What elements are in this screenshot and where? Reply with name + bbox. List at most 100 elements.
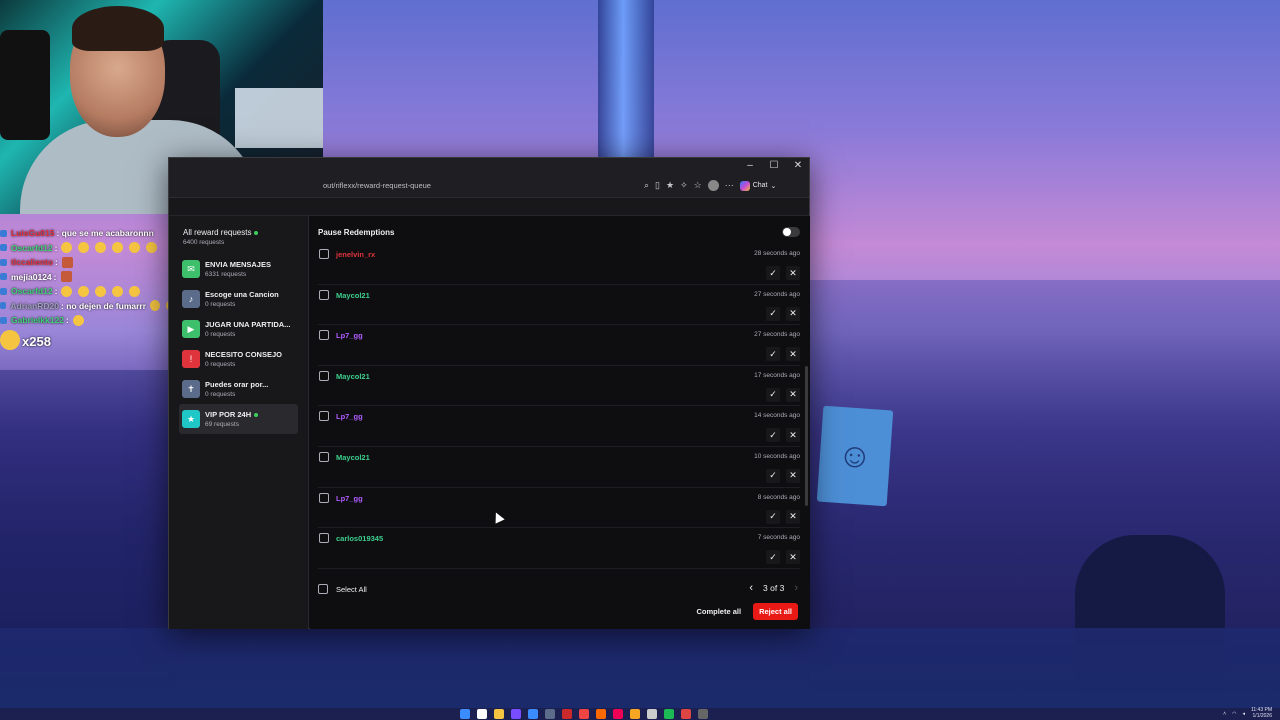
row-checkbox[interactable] (319, 411, 329, 422)
approve-button[interactable]: ✓ (766, 509, 780, 524)
request-queue: jenelvin_rx 28 seconds ago ✓ ✕ Maycol21 … (318, 244, 800, 569)
app-icon[interactable] (596, 709, 606, 719)
pause-redemptions-toggle[interactable] (782, 227, 800, 237)
discord-icon[interactable] (511, 709, 521, 719)
app-icon[interactable] (545, 709, 555, 719)
zoom-icon[interactable]: ⌕ (644, 180, 649, 191)
reward-icon: ✝ (182, 380, 200, 398)
obs-icon[interactable] (647, 709, 657, 719)
reject-button[interactable]: ✕ (786, 428, 800, 443)
emote-icon (129, 242, 141, 254)
clock[interactable]: 11:43 PM 1/1/2026 (1251, 707, 1272, 719)
next-page-icon[interactable]: › (794, 582, 798, 594)
reward-icon: ♪ (182, 290, 200, 308)
reward-item[interactable]: ★ VIP POR 24H 69 requests (179, 404, 298, 434)
row-checkbox[interactable] (319, 249, 329, 259)
approve-button[interactable]: ✓ (766, 550, 780, 565)
queue-footer: Select All ‹ 3 of 3 › Complete all Rejec… (318, 580, 800, 626)
star-icon[interactable]: ★ (666, 180, 674, 191)
more-icon[interactable]: ⋯ (725, 180, 734, 191)
approve-button[interactable]: ✓ (766, 306, 780, 321)
queue-row: Lp7_gg 8 seconds ago ✓ ✕ (318, 488, 800, 529)
url-text[interactable]: out/riflexx/reward-request-queue (323, 181, 431, 190)
favorites-icon[interactable]: ☆ (694, 180, 702, 191)
request-username[interactable]: jenelvin_rx (336, 250, 375, 259)
row-checkbox[interactable] (319, 533, 329, 544)
reward-count: 0 requests (205, 331, 236, 338)
select-all-checkbox[interactable]: Select All (318, 584, 367, 594)
select-all-box[interactable] (318, 584, 328, 594)
row-checkbox[interactable] (319, 289, 329, 300)
request-username[interactable]: Maycol21 (336, 453, 370, 462)
minimize-button[interactable]: – (745, 160, 755, 171)
reject-button[interactable]: ✕ (786, 468, 800, 483)
app-icon[interactable] (613, 709, 623, 719)
complete-all-button[interactable]: Complete all (690, 603, 747, 620)
emote-icon (95, 242, 107, 254)
request-username[interactable]: Maycol21 (336, 291, 370, 300)
request-username[interactable]: Lp7_gg (336, 331, 363, 340)
request-username[interactable]: Lp7_gg (336, 412, 363, 421)
emote-icon (112, 285, 124, 297)
row-checkbox[interactable] (319, 370, 329, 381)
reject-all-button[interactable]: Reject all (753, 603, 798, 620)
opera-icon[interactable] (562, 709, 572, 719)
reward-name: NECESITO CONSEJO (205, 350, 282, 359)
chat-text: : (54, 286, 58, 296)
maximize-button[interactable]: ☐ (769, 160, 779, 171)
reader-icon[interactable]: ▯ (655, 180, 660, 191)
row-checkbox[interactable] (319, 492, 329, 503)
brave-icon[interactable] (579, 709, 589, 719)
reward-item[interactable]: ✉ ENVIA MENSAJES 6331 requests (169, 254, 298, 284)
extensions-icon[interactable]: ✧ (680, 180, 688, 191)
wifi-icon[interactable]: ◠ (1232, 711, 1236, 717)
approve-button[interactable]: ✓ (766, 347, 780, 362)
reject-button[interactable]: ✕ (786, 347, 800, 362)
reward-item[interactable]: ! NECESITO CONSEJO 0 requests (169, 344, 298, 374)
address-bar[interactable]: out/riflexx/reward-request-queue ⌕ ▯ ★ ✧… (169, 176, 809, 198)
system-tray: ˄ ◠ ◂ 11:43 PM 1/1/2026 (1223, 707, 1272, 719)
row-checkbox[interactable] (319, 330, 329, 341)
request-time: 27 seconds ago (754, 290, 800, 298)
volume-icon[interactable]: ◂ (1242, 711, 1245, 717)
approve-button[interactable]: ✓ (766, 266, 780, 280)
approve-button[interactable]: ✓ (766, 468, 780, 483)
queue-row: jenelvin_rx 28 seconds ago ✓ ✕ (318, 244, 800, 285)
app-icon[interactable] (681, 709, 691, 719)
row-checkbox[interactable] (319, 451, 329, 462)
queue-scrollbar[interactable] (805, 366, 808, 506)
copilot-chat-button[interactable]: Chat ⌄ (739, 180, 776, 191)
reject-button[interactable]: ✕ (786, 306, 800, 321)
all-reward-requests[interactable]: All reward requests 6400 requests (169, 228, 308, 246)
search-icon[interactable] (477, 709, 487, 719)
request-time: 27 seconds ago (754, 331, 800, 339)
close-button[interactable]: ✕ (793, 160, 803, 171)
app-icon[interactable] (630, 709, 640, 719)
chat-badge-icon (0, 244, 7, 252)
wallpaper-ground (0, 628, 1280, 708)
reject-button[interactable]: ✕ (786, 550, 800, 565)
reject-button[interactable]: ✕ (786, 509, 800, 524)
reject-button[interactable]: ✕ (786, 266, 800, 280)
approve-button[interactable]: ✓ (766, 428, 780, 443)
approve-button[interactable]: ✓ (766, 387, 780, 402)
file-explorer-icon[interactable] (494, 709, 504, 719)
request-username[interactable]: carlos019345 (336, 534, 383, 543)
app-icon[interactable] (698, 709, 708, 719)
chevron-up-icon[interactable]: ˄ (1223, 711, 1226, 717)
edge-icon[interactable] (528, 709, 538, 719)
emote-icon (61, 242, 73, 254)
spotify-icon[interactable] (664, 709, 674, 719)
start-icon[interactable] (460, 709, 470, 719)
profile-avatar[interactable] (707, 180, 719, 191)
emote-icon (61, 285, 73, 297)
reject-button[interactable]: ✕ (786, 387, 800, 402)
reward-item[interactable]: ✝ Puedes orar por... 0 requests (169, 374, 298, 404)
reward-item[interactable]: ♪ Escoge una Cancion 0 requests (169, 284, 298, 314)
reward-list: ✉ ENVIA MENSAJES 6331 requests ♪ Escoge una … (169, 254, 308, 434)
chat-text: : (65, 315, 69, 325)
request-username[interactable]: Maycol21 (336, 372, 370, 381)
prev-page-icon[interactable]: ‹ (749, 582, 753, 594)
reward-item[interactable]: ▶ JUGAR UNA PARTIDA... 0 requests (169, 314, 298, 344)
request-username[interactable]: Lp7_gg (336, 494, 363, 503)
